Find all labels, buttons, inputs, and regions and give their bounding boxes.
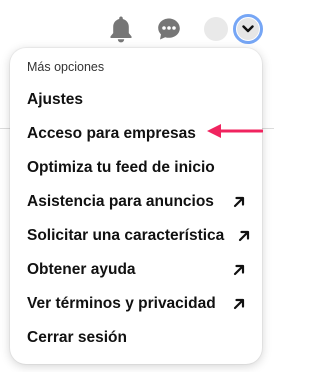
top-navigation-bar	[0, 0, 274, 52]
menu-item-label: Asistencia para anuncios	[27, 193, 214, 210]
section-title: Más opciones	[27, 60, 105, 74]
menu-item-label: Ajustes	[27, 91, 83, 108]
external-link-arrow-icon	[233, 298, 245, 310]
menu-item-label: Obtener ayuda	[27, 261, 136, 278]
menu-item-label: Solicitar una característica	[27, 227, 225, 244]
account-options-button[interactable]	[233, 14, 263, 44]
divider	[262, 128, 274, 129]
menu-item-label: Cerrar sesión	[27, 329, 127, 346]
menu-item-log-out[interactable]: Cerrar sesión	[18, 324, 254, 352]
external-link-arrow-icon	[238, 230, 250, 242]
chat-bubble-icon	[158, 18, 180, 40]
avatar[interactable]	[204, 17, 228, 41]
menu-item-terms-privacy[interactable]: Ver términos y privacidad	[18, 290, 254, 318]
menu-item-label: Acceso para empresas	[27, 125, 196, 142]
external-link-arrow-icon	[233, 196, 245, 208]
divider	[0, 128, 10, 129]
annotation-arrow-icon	[207, 124, 263, 138]
menu-item-label: Optimiza tu feed de inicio	[27, 159, 215, 176]
menu-item-tune-home-feed[interactable]: Optimiza tu feed de inicio	[18, 154, 254, 182]
menu-item-label: Ver términos y privacidad	[27, 295, 216, 312]
more-options-dropdown: Más opciones Ajustes Acceso para empresa…	[10, 48, 262, 364]
menu-item-settings[interactable]: Ajustes	[18, 86, 254, 114]
bell-icon	[110, 16, 132, 43]
menu-item-get-help[interactable]: Obtener ayuda	[18, 256, 254, 284]
menu-item-ads-support[interactable]: Asistencia para anuncios	[18, 188, 254, 216]
menu-item-request-feature[interactable]: Solicitar una característica	[18, 222, 254, 250]
messages-button[interactable]	[154, 14, 184, 44]
external-link-arrow-icon	[233, 264, 245, 276]
chevron-down-icon	[242, 25, 254, 33]
notifications-button[interactable]	[106, 13, 136, 45]
